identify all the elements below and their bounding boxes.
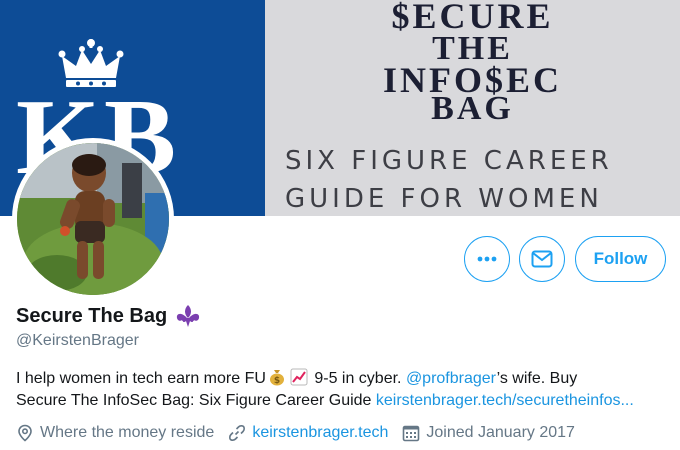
- calendar-icon: [403, 425, 420, 442]
- location-text: Where the money reside: [40, 424, 215, 441]
- banner-subtitle-line-2: GUIDE FOR WOMEN: [285, 184, 603, 214]
- bio-line-2: Secure The InfoSec Bag: Six Figure Caree…: [16, 390, 676, 412]
- mail-icon: [531, 250, 553, 268]
- profile-handle: @KeirstenBrager: [16, 332, 139, 349]
- banner-title-panel: $ECURE THE INFO$EC BAG SIX FIGURE CAREER…: [265, 0, 680, 216]
- message-button[interactable]: [519, 236, 565, 282]
- mention-link[interactable]: @profbrager: [406, 370, 497, 387]
- bio-line-1: I help women in tech earn more FU $ 9-5 i…: [16, 368, 676, 390]
- bio-text: I help women in tech earn more FU: [16, 370, 266, 387]
- location-item: Where the money reside: [16, 424, 214, 442]
- joined-item: Joined January 2017: [402, 424, 575, 442]
- bio-text: ’s wife. Buy: [496, 370, 578, 387]
- bio-text: 9-5 in cyber.: [309, 370, 406, 387]
- follow-button[interactable]: Follow: [575, 236, 666, 282]
- banner-title-line-4: BAG: [431, 90, 514, 127]
- website-link[interactable]: keirstenbrager.tech: [252, 424, 388, 442]
- chart-up-icon: [290, 368, 308, 386]
- banner-subtitle-line-1: SIX FIGURE CAREER: [285, 146, 613, 176]
- location-pin-icon: [18, 424, 32, 442]
- bio-link[interactable]: keirstenbrager.tech/securetheinfos...: [376, 392, 634, 409]
- profile-name: Secure The Bag: [16, 304, 168, 327]
- avatar-photo: [17, 143, 169, 295]
- fleur-de-lis-icon: [177, 305, 200, 327]
- more-options-button[interactable]: [464, 236, 510, 282]
- bio-text: Secure The InfoSec Bag: Six Figure Caree…: [16, 392, 376, 409]
- avatar[interactable]: [12, 138, 174, 300]
- more-icon: [477, 256, 497, 262]
- profile-meta: Where the money reside keirstenbrager.te…: [16, 424, 589, 442]
- banner-title-line-1: $ECURE: [391, 0, 554, 36]
- money-bag-icon: $: [269, 370, 284, 386]
- profile-bio: I help women in tech earn more FU $ 9-5 i…: [16, 368, 676, 412]
- profile-name-row: Secure The Bag: [16, 304, 201, 328]
- svg-text:$: $: [274, 376, 280, 386]
- website-item[interactable]: keirstenbrager.tech: [228, 424, 388, 442]
- link-icon: [229, 425, 246, 441]
- joined-text: Joined January 2017: [426, 424, 575, 441]
